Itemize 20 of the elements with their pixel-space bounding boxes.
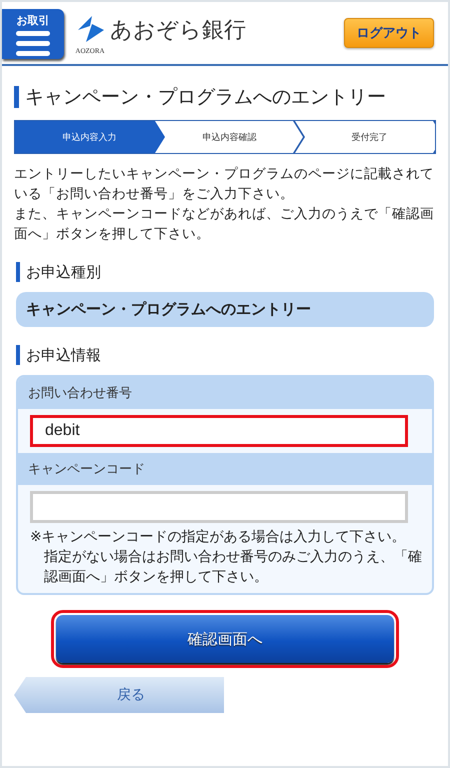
section-heading: お申込種別 xyxy=(16,262,436,282)
instructions-text: エントリーしたいキャンペーン・プログラムのページに記載されている「お問い合わせ番号」をご入力下さい。 xyxy=(14,165,435,204)
application-type-value: キャンペーン・プログラムへのエントリー xyxy=(16,292,434,327)
menu-icon xyxy=(16,31,50,56)
instructions-text: また、キャンペーンコードなどがあれば、ご入力のうえで「確認画面へ」ボタンを押して下さい。 xyxy=(14,205,435,244)
note-text: ※キャンペーンコードの指定がある場合は入力して下さい。 xyxy=(30,528,407,547)
input-field[interactable]: debit xyxy=(30,415,408,447)
confirm-button[interactable]: 確認画面へ xyxy=(56,615,394,663)
back-button[interactable]: 戻る xyxy=(14,677,224,713)
section-heading: お申込情報 xyxy=(16,345,436,365)
bank-name: あおぞら銀行 xyxy=(110,16,246,44)
note-text: 指定がない場合はお問い合わせ番号のみご入力のうえ、「確認画面へ」ボタンを押して下さい。 xyxy=(43,548,423,587)
logout-button[interactable]: ログアウト xyxy=(344,18,434,48)
field-label: お問い合わせ番号 xyxy=(18,377,432,409)
progress-step: 申込内容入力 xyxy=(15,121,165,153)
field-label: キャンペーンコード xyxy=(18,453,432,485)
page-title: キャンペーン・プログラムへのエントリー xyxy=(14,86,436,108)
menu-button[interactable]: お取引 xyxy=(2,9,64,59)
input-field[interactable] xyxy=(30,491,408,523)
menu-label: お取引 xyxy=(16,13,50,28)
